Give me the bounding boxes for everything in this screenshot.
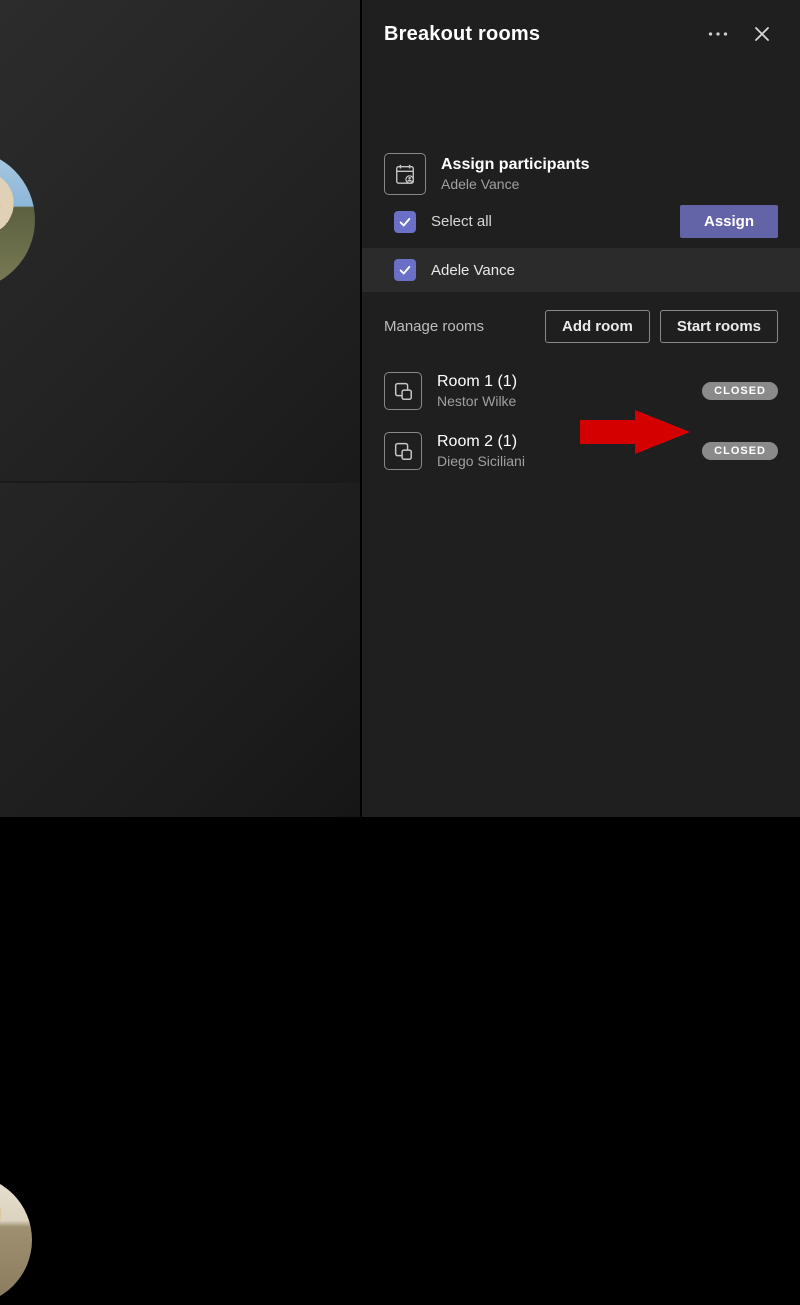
assign-participants-icon [384,153,426,195]
room-status-badge: CLOSED [702,442,778,460]
assign-participants-subtitle: Adele Vance [441,176,778,192]
select-all-label: Select all [431,213,665,230]
more-options-button[interactable] [702,18,734,50]
manage-rooms-label: Manage rooms [384,318,535,335]
room-participant: Diego Siciliani [437,453,687,469]
participant-row[interactable]: Adele Vance [362,248,800,292]
room-name: Room 1 (1) [437,373,687,391]
room-row[interactable]: Room 1 (1) Nestor Wilke CLOSED [362,361,800,421]
panel-header: Breakout rooms [362,0,800,58]
select-all-checkbox[interactable] [394,211,416,233]
breakout-room-icon [384,372,422,410]
start-rooms-button[interactable]: Start rooms [660,310,778,343]
select-all-row: Select all Assign [362,195,800,248]
breakout-rooms-panel: Breakout rooms Assign particip [360,0,800,817]
breakout-room-icon [384,432,422,470]
room-row[interactable]: Room 2 (1) Diego Siciliani CLOSED [362,421,800,481]
room-name: Room 2 (1) [437,433,687,451]
video-tile [0,483,360,817]
video-area [0,0,360,817]
assign-button[interactable]: Assign [680,205,778,238]
video-tile [0,0,360,481]
participant-checkbox[interactable] [394,259,416,281]
avatar [0,150,35,290]
panel-title: Breakout rooms [384,23,690,46]
add-room-button[interactable]: Add room [545,310,650,343]
room-status-badge: CLOSED [702,382,778,400]
close-button[interactable] [746,18,778,50]
assign-participants-title: Assign participants [441,156,778,174]
assign-participants-header: Assign participants Adele Vance [362,153,800,195]
manage-rooms-row: Manage rooms Add room Start rooms [362,292,800,361]
avatar [0,1175,32,1305]
room-participant: Nestor Wilke [437,393,687,409]
participant-name: Adele Vance [431,262,515,279]
